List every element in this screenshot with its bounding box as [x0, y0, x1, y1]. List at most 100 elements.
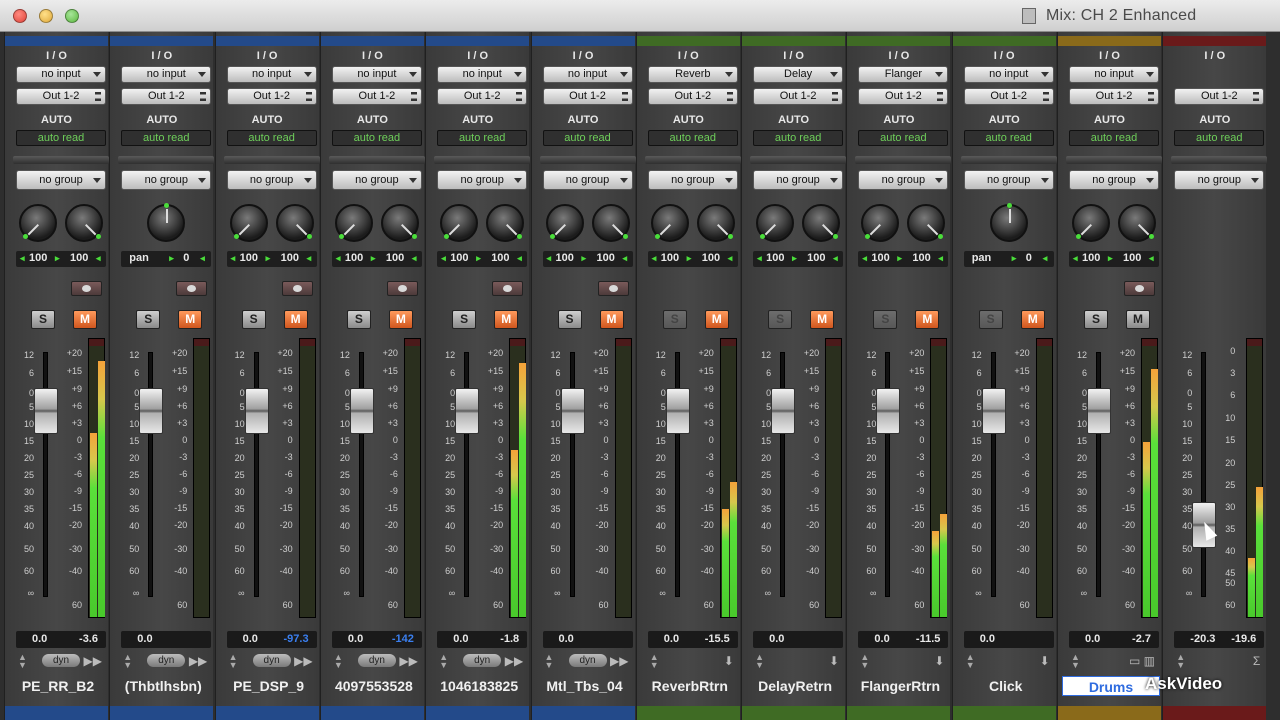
clip-indicator[interactable] — [89, 339, 104, 346]
track-name[interactable]: 4097553528 — [325, 676, 423, 696]
pan-readout[interactable]: ◂ 100 ▸ 100 ◂ — [331, 251, 422, 267]
record-arm-button[interactable] — [1124, 281, 1155, 296]
volume-readout[interactable]: 0.0 — [753, 631, 844, 648]
solo-button[interactable]: S — [768, 310, 793, 329]
folder-icon[interactable]: ▭ ▥ — [1129, 654, 1155, 668]
pan-readout[interactable]: ◂ 100 ▸ 100 ◂ — [542, 251, 633, 267]
solo-button[interactable]: S — [241, 310, 266, 329]
solo-button[interactable]: S — [557, 310, 582, 329]
pan-readout[interactable]: ◂ 100 ▸ 100 ◂ — [753, 251, 844, 267]
output-selector[interactable]: Out 1-2 — [647, 88, 738, 105]
pan-right-knob[interactable] — [696, 204, 735, 242]
volume-fader[interactable] — [1087, 388, 1111, 434]
dyn-button[interactable]: dyn — [463, 654, 502, 667]
solo-button[interactable]: S — [136, 310, 161, 329]
clip-indicator[interactable] — [299, 339, 315, 346]
volume-fader[interactable] — [560, 388, 585, 434]
pan-readout[interactable]: ◂ 100 ▸ 100 ◂ — [226, 251, 317, 267]
output-selector[interactable]: Out 1-2 — [753, 88, 844, 105]
automation-mode-selector[interactable]: auto read — [858, 130, 949, 146]
automation-mode-selector[interactable]: auto read — [121, 130, 212, 146]
dyn-button[interactable]: dyn — [357, 654, 396, 667]
pan-left-knob[interactable] — [545, 204, 584, 242]
mute-button[interactable]: M — [494, 310, 519, 329]
clip-indicator[interactable] — [931, 339, 947, 346]
updown-arrows-icon[interactable]: ▲ ▼ — [1071, 653, 1080, 670]
automation-mode-selector[interactable]: auto read — [1069, 130, 1159, 146]
track-color-bar[interactable] — [320, 36, 424, 46]
play-icon[interactable]: ▶▶ — [294, 654, 312, 668]
output-selector[interactable]: Out 1-2 — [1174, 88, 1265, 105]
automation-mode-selector[interactable]: auto read — [542, 130, 633, 146]
volume-fader[interactable] — [981, 388, 1006, 434]
input-selector[interactable]: Delay — [753, 66, 844, 83]
track-name[interactable]: FlangerRtrn — [851, 676, 949, 696]
automation-mode-selector[interactable]: auto read — [331, 130, 422, 146]
clip-indicator[interactable] — [194, 339, 210, 346]
volume-fader[interactable] — [455, 388, 480, 434]
track-color-bar[interactable] — [531, 36, 635, 46]
volume-readout[interactable]: 0.0 -11.5 — [858, 631, 949, 648]
input-selector[interactable]: no input — [331, 66, 422, 83]
dyn-button[interactable]: dyn — [252, 654, 291, 667]
clip-indicator[interactable] — [510, 339, 526, 346]
volume-readout[interactable]: 0.0 -97.3 — [226, 631, 317, 648]
solo-button[interactable]: S — [978, 310, 1003, 329]
output-selector[interactable]: Out 1-2 — [1069, 88, 1159, 105]
updown-arrows-icon[interactable]: ▲ ▼ — [860, 653, 869, 670]
mute-button[interactable]: M — [599, 310, 624, 329]
group-selector[interactable]: no group — [542, 170, 633, 190]
updown-arrows-icon[interactable]: ▲ ▼ — [755, 653, 764, 670]
pan-left-knob[interactable] — [440, 204, 479, 242]
input-selector[interactable]: no input — [963, 66, 1054, 83]
input-selector[interactable]: no input — [1069, 66, 1159, 83]
volume-readout[interactable]: 0.0 -3.6 — [16, 631, 106, 648]
pan-left-knob[interactable] — [1072, 204, 1110, 242]
solo-button[interactable]: S — [31, 310, 55, 329]
automation-mode-selector[interactable]: auto read — [1174, 130, 1265, 146]
input-selector[interactable]: Flanger — [858, 66, 949, 83]
mute-button[interactable]: M — [810, 310, 835, 329]
track-color-bar[interactable] — [215, 36, 319, 46]
volume-readout[interactable]: 0.0 — [963, 631, 1054, 648]
mute-button[interactable]: M — [1126, 310, 1150, 329]
clip-indicator[interactable] — [404, 339, 420, 346]
group-selector[interactable]: no group — [331, 170, 422, 190]
clip-indicator[interactable] — [1036, 339, 1052, 346]
pan-knob[interactable] — [989, 203, 1028, 242]
volume-fader[interactable] — [665, 388, 690, 434]
group-selector[interactable]: no group — [858, 170, 949, 190]
output-selector[interactable]: Out 1-2 — [542, 88, 633, 105]
solo-button[interactable]: S — [873, 310, 898, 329]
updown-arrows-icon[interactable]: ▲ ▼ — [966, 653, 975, 670]
input-selector[interactable]: no input — [437, 66, 528, 83]
track-color-bar[interactable] — [1058, 36, 1161, 46]
automation-mode-selector[interactable]: auto read — [753, 130, 844, 146]
group-selector[interactable]: no group — [1069, 170, 1159, 190]
mute-button[interactable]: M — [178, 310, 203, 329]
updown-arrows-icon[interactable]: ▲ ▼ — [650, 653, 659, 670]
down-arrow-icon[interactable]: ⬇ — [724, 654, 734, 668]
sigma-icon[interactable]: Σ — [1253, 654, 1260, 668]
group-selector[interactable]: no group — [1174, 170, 1265, 190]
volume-readout[interactable]: 0.0 -142 — [331, 631, 422, 648]
record-arm-button[interactable] — [71, 281, 102, 296]
updown-arrows-icon[interactable]: ▲ ▼ — [1176, 653, 1185, 670]
track-color-bar[interactable] — [742, 36, 846, 46]
dyn-button[interactable]: dyn — [568, 654, 607, 667]
solo-button[interactable]: S — [452, 310, 477, 329]
track-color-bar[interactable] — [110, 36, 214, 46]
track-color-bar[interactable] — [5, 36, 108, 46]
input-selector[interactable]: Reverb — [647, 66, 738, 83]
play-icon[interactable]: ▶▶ — [505, 654, 523, 668]
pan-readout[interactable]: pan ▸ 0 ◂ — [963, 251, 1054, 267]
minimize-window-button[interactable] — [39, 9, 53, 23]
pan-left-knob[interactable] — [229, 204, 268, 242]
pan-readout[interactable]: ◂ 100 ▸ 100 ◂ — [647, 251, 738, 267]
record-arm-button[interactable] — [281, 281, 313, 296]
track-name[interactable]: ReverbRtrn — [641, 676, 739, 696]
input-selector[interactable]: no input — [542, 66, 633, 83]
track-name[interactable]: DelayRetrn — [746, 676, 844, 696]
pan-left-knob[interactable] — [334, 204, 373, 242]
automation-mode-selector[interactable]: auto read — [16, 130, 106, 146]
